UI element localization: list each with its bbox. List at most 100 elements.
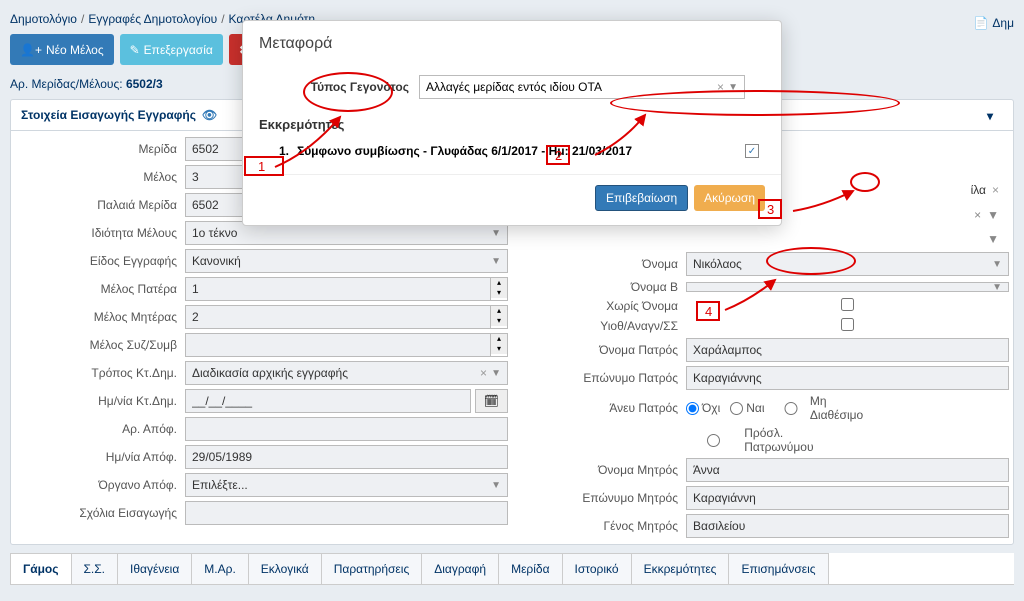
- chevron-down-icon: ▼: [987, 208, 999, 222]
- event-type-value: Αλλαγές μερίδας εντός ιδίου ΟΤΑ: [426, 80, 602, 94]
- ms-input[interactable]: [185, 333, 491, 357]
- tab-gamos[interactable]: Γάμος: [10, 553, 72, 584]
- chevron-down-icon: ▼: [491, 368, 501, 379]
- xwris-checkbox[interactable]: [686, 298, 1009, 311]
- edit-button[interactable]: ✎ Επεξεργασία: [120, 34, 223, 65]
- tab-eklogika[interactable]: Εκλογικά: [248, 553, 322, 584]
- genos-input[interactable]: [686, 514, 1009, 538]
- tab-ekkremotites[interactable]: Εκκρεμότητες: [631, 553, 730, 584]
- hmapof-input[interactable]: [185, 445, 508, 469]
- orgapof-select[interactable]: Επιλέξτε...▼: [185, 473, 508, 497]
- orgapof-label: Όργανο Απόφ.: [15, 478, 185, 492]
- tab-diagrafi[interactable]: Διαγραφή: [421, 553, 499, 584]
- old-merida-label: Παλαιά Μερίδα: [15, 198, 185, 212]
- breadcrumb-section[interactable]: Εγγραφές Δημοτολογίου: [88, 12, 217, 26]
- record-number-label: Αρ. Μερίδας/Μέλους:: [10, 77, 123, 91]
- aneu-radio-group: Όχι Ναι Μη Διαθέσιμο: [686, 394, 1009, 422]
- arapof-input[interactable]: [185, 417, 508, 441]
- spinner-up[interactable]: ▴: [491, 334, 507, 344]
- tab-episimanseis[interactable]: Επισημάνσεις: [728, 553, 828, 584]
- aneu-nai-label: Ναι: [746, 401, 764, 415]
- pending-checkbox[interactable]: ✓: [745, 144, 759, 158]
- aneu-nai-radio[interactable]: [730, 402, 743, 415]
- clear-icon[interactable]: ×: [992, 183, 999, 197]
- epmit-label: Επώνυμο Μητρός: [516, 491, 686, 505]
- spinner-up[interactable]: ▴: [491, 278, 507, 288]
- onoma-select[interactable]: Νικόλαος▼: [686, 252, 1009, 276]
- user-plus-icon: 👤+: [20, 43, 42, 57]
- pending-number: 1.: [279, 144, 297, 158]
- spinner-up[interactable]: ▴: [491, 306, 507, 316]
- yioth-checkbox[interactable]: [686, 318, 1009, 331]
- mm-input[interactable]: [185, 305, 491, 329]
- tab-merida[interactable]: Μερίδα: [498, 553, 562, 584]
- transfer-modal: Μεταφορά Τύπος Γεγονότος Αλλαγές μερίδας…: [242, 20, 782, 226]
- top-tab-label: Δημ: [992, 16, 1014, 30]
- epmit-input[interactable]: [686, 486, 1009, 510]
- spinner-down[interactable]: ▾: [491, 288, 507, 298]
- tab-ithageneia[interactable]: Ιθαγένεια: [117, 553, 192, 584]
- melos-label: Μέλος: [15, 170, 185, 184]
- tab-mar[interactable]: Μ.Αρ.: [191, 553, 249, 584]
- eidos-label: Είδος Εγγραφής: [15, 254, 185, 268]
- new-member-label: Νέο Μέλος: [46, 43, 104, 57]
- eppat-input[interactable]: [686, 366, 1009, 390]
- clear-icon[interactable]: ×: [480, 366, 487, 380]
- aneu-na-label: Μη Διαθέσιμο: [810, 394, 863, 422]
- ms-label: Μέλος Συζ/Συμβ: [15, 338, 185, 352]
- onmit-label: Όνομα Μητρός: [516, 463, 686, 477]
- hmkd-label: Ημ/νία Κτ.Δημ.: [15, 394, 185, 408]
- spinner-down[interactable]: ▾: [491, 344, 507, 354]
- aneu-prosl-radio[interactable]: [686, 434, 741, 447]
- confirm-button[interactable]: Επιβεβαίωση: [595, 185, 688, 211]
- tropos-label: Τρόπος Κτ.Δημ.: [15, 366, 185, 380]
- chevron-down-icon: ▼: [491, 256, 501, 267]
- aneu-oxi-label: Όχι: [702, 401, 720, 415]
- breadcrumb-sep: /: [221, 12, 224, 26]
- arapof-label: Αρ. Απόφ.: [15, 422, 185, 436]
- breadcrumb-root[interactable]: Δημοτολόγιο: [10, 12, 77, 26]
- chevron-down-icon[interactable]: ▾: [987, 109, 993, 123]
- spinner-down[interactable]: ▾: [491, 316, 507, 326]
- calendar-icon[interactable]: 🗓: [475, 389, 508, 413]
- orgapof-value: Επιλέξτε...: [192, 478, 248, 492]
- chevron-down-icon: ▼: [728, 82, 738, 93]
- breadcrumb-sep: /: [81, 12, 84, 26]
- onmit-input[interactable]: [686, 458, 1009, 482]
- tropos-select[interactable]: Διαδικασία αρχικής εγγραφής×▼: [185, 361, 508, 385]
- chevron-down-icon: ▼: [992, 259, 1002, 270]
- eye-icon[interactable]: 👁: [202, 108, 217, 122]
- idiotita-value: 1ο τέκνο: [192, 226, 237, 240]
- onpat-input[interactable]: [686, 338, 1009, 362]
- merida-label: Μερίδα: [15, 142, 185, 156]
- doc-icon: 📄: [973, 16, 988, 30]
- tab-ss[interactable]: Σ.Σ.: [71, 553, 119, 584]
- eidos-value: Κανονική: [192, 254, 241, 268]
- record-number-value: 6502/3: [126, 77, 163, 91]
- tabs: Γάμος Σ.Σ. Ιθαγένεια Μ.Αρ. Εκλογικά Παρα…: [10, 553, 1014, 585]
- tab-istoriko[interactable]: Ιστορικό: [562, 553, 632, 584]
- yioth-label: Υιοθ/Αναγν/ΣΣ: [516, 319, 686, 333]
- onomab-select[interactable]: ▼: [686, 282, 1009, 292]
- cancel-button[interactable]: Ακύρωση: [694, 185, 765, 211]
- panel-title: Στοιχεία Εισαγωγής Εγγραφής: [21, 108, 196, 122]
- mm-label: Μέλος Μητέρας: [15, 310, 185, 324]
- aneu-na-radio[interactable]: [775, 402, 807, 415]
- event-type-label: Τύπος Γεγονότος: [279, 80, 419, 94]
- hmkd-input[interactable]: [185, 389, 471, 413]
- mp-input[interactable]: [185, 277, 491, 301]
- new-member-button[interactable]: 👤+ Νέο Μέλος: [10, 34, 114, 65]
- event-type-select[interactable]: Αλλαγές μερίδας εντός ιδίου ΟΤΑ × ▼: [419, 75, 745, 99]
- clear-icon[interactable]: ×: [974, 208, 981, 222]
- pending-item: 1. Σύμφωνο συμβίωσης - Γλυφάδας 6/1/2017…: [259, 142, 765, 160]
- aneu-label: Άνευ Πατρός: [516, 401, 686, 415]
- hmapof-label: Ημ/νία Απόφ.: [15, 450, 185, 464]
- clear-icon[interactable]: ×: [717, 80, 724, 94]
- tab-paratiriseis[interactable]: Παρατηρήσεις: [321, 553, 423, 584]
- aneu-oxi-radio[interactable]: [686, 402, 699, 415]
- eidos-select[interactable]: Κανονική ▼: [185, 249, 508, 273]
- modal-title: Μεταφορά: [243, 21, 781, 67]
- onpat-label: Όνομα Πατρός: [516, 343, 686, 357]
- sxolia-input[interactable]: [185, 501, 508, 525]
- chevron-down-icon: ▼: [987, 232, 999, 246]
